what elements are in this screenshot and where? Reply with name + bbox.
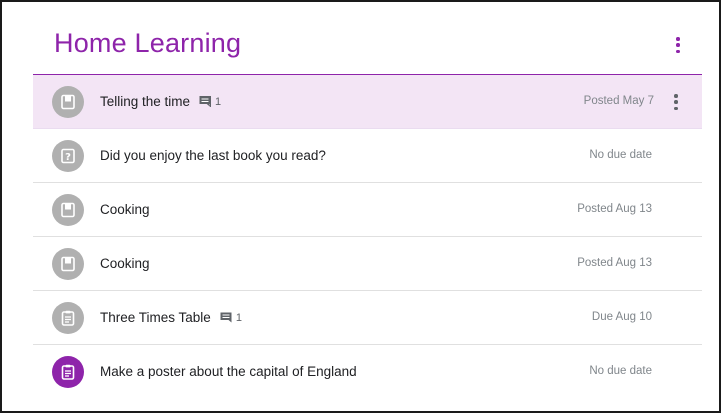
- comment-count-value: 1: [235, 311, 242, 324]
- svg-text:?: ?: [65, 152, 71, 163]
- item-date: Posted Aug 13: [577, 203, 652, 215]
- question-icon: ?: [52, 140, 84, 172]
- classwork-list: Telling the time 1 Posted May 7 ? Did yo…: [33, 75, 702, 399]
- list-item[interactable]: Cooking Posted Aug 13: [33, 183, 702, 237]
- assignment-icon: [52, 302, 84, 334]
- list-item[interactable]: ? Did you enjoy the last book you read? …: [33, 129, 702, 183]
- list-item[interactable]: Three Times Table 1 Due Aug 10: [33, 291, 702, 345]
- item-date: No due date: [589, 149, 652, 161]
- list-item[interactable]: Telling the time 1 Posted May 7: [33, 75, 702, 129]
- comment-count: 1: [220, 312, 242, 324]
- item-title: Cooking: [100, 256, 150, 271]
- comment-count: 1: [199, 96, 221, 108]
- material-icon: [52, 86, 84, 118]
- comment-icon: [220, 312, 232, 323]
- classwork-window: Home Learning Telling the time 1 Posted …: [0, 0, 721, 413]
- item-date: Posted May 7: [583, 95, 654, 107]
- topic-title: Home Learning: [54, 28, 242, 58]
- item-title: Cooking: [100, 202, 150, 217]
- list-item[interactable]: Make a poster about the capital of Engla…: [33, 345, 702, 399]
- material-icon: [52, 194, 84, 226]
- topic-header: Home Learning: [2, 2, 719, 74]
- comment-icon: [199, 96, 212, 107]
- item-title: Telling the time: [100, 94, 191, 109]
- item-title: Did you enjoy the last book you read?: [100, 148, 326, 163]
- item-date: No due date: [589, 365, 652, 377]
- item-date: Posted Aug 13: [577, 257, 652, 269]
- topic-more-options-icon[interactable]: [668, 34, 688, 56]
- material-icon: [52, 248, 84, 280]
- list-item[interactable]: Cooking Posted Aug 13: [33, 237, 702, 291]
- assignment-icon: [52, 356, 84, 388]
- item-more-options-icon[interactable]: [668, 92, 684, 112]
- item-date: Due Aug 10: [591, 311, 652, 323]
- item-title: Three Times Table: [100, 310, 211, 325]
- comment-count-value: 1: [215, 95, 222, 108]
- item-title: Make a poster about the capital of Engla…: [100, 364, 357, 379]
